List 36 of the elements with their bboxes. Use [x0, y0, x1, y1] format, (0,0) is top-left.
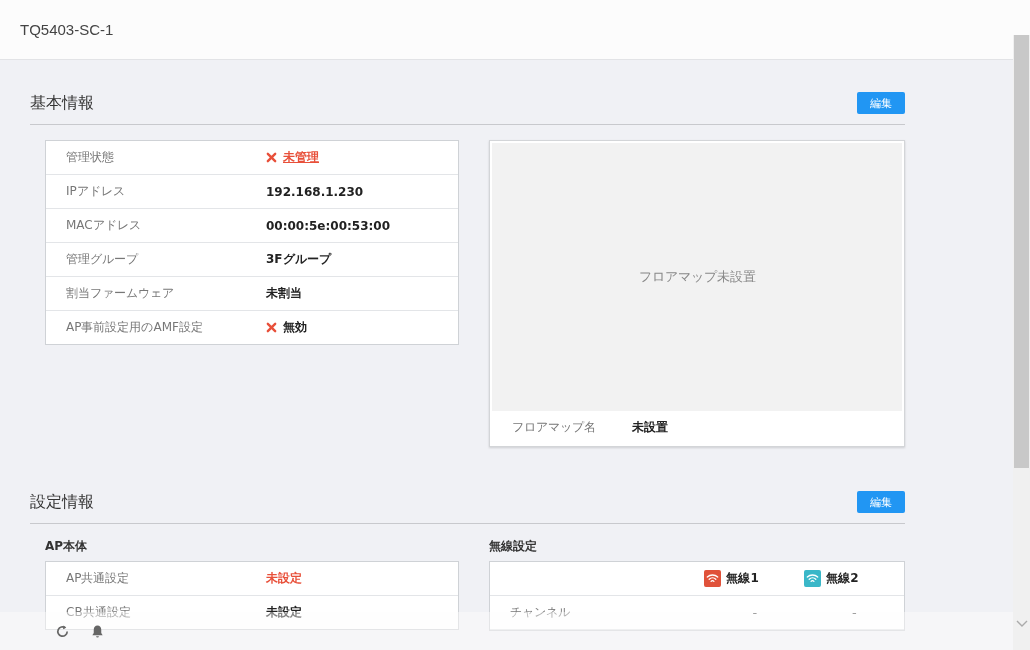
field-value: 3Fグループ — [266, 251, 331, 268]
field-value: 未割当 — [266, 285, 302, 302]
cross-icon — [266, 322, 277, 333]
window-title: TQ5403-SC-1 — [20, 21, 114, 38]
refresh-icon[interactable] — [55, 623, 70, 639]
edit-button[interactable]: 編集 — [857, 491, 905, 513]
field-value: 00:00:5e:00:53:00 — [266, 218, 390, 233]
column-header: 無線1 — [726, 570, 759, 587]
status-link[interactable]: 未管理 — [283, 149, 319, 166]
field-label: 割当ファームウェア — [65, 285, 175, 302]
subsection-title: AP本体 — [45, 538, 89, 555]
field-label: 管理グループ — [65, 251, 140, 268]
field-label: MACアドレス — [65, 217, 142, 234]
section-title: 設定情報 — [30, 491, 94, 513]
edit-button[interactable]: 編集 — [857, 92, 905, 114]
field-label: 管理状態 — [65, 149, 115, 166]
field-label: CB共通設定 — [65, 604, 132, 621]
scrollbar[interactable] — [1013, 35, 1030, 650]
field-label: AP共通設定 — [65, 570, 131, 587]
field-value: 192.168.1.230 — [266, 184, 364, 199]
table-cell-text: - — [751, 605, 759, 620]
column-header: 無線2 — [826, 570, 859, 587]
bell-icon[interactable] — [90, 623, 105, 639]
field-label: IPアドレス — [65, 183, 126, 200]
field-value: 未設置 — [632, 419, 668, 436]
field-label: フロアマップ名 — [511, 419, 597, 436]
field-value: 無効 — [283, 319, 307, 336]
subsection-title: 無線設定 — [489, 538, 538, 555]
cross-icon — [266, 152, 277, 163]
field-value: 未設定 — [266, 570, 302, 587]
field-label: AP事前設定用のAMF設定 — [65, 319, 204, 336]
field-label: チャンネル — [509, 604, 571, 621]
section-title: 基本情報 — [30, 92, 94, 114]
field-value: 未設定 — [266, 604, 302, 621]
empty-map-panel: フロアマップ未設置 — [492, 143, 902, 411]
table-cell-text: - — [850, 605, 858, 620]
